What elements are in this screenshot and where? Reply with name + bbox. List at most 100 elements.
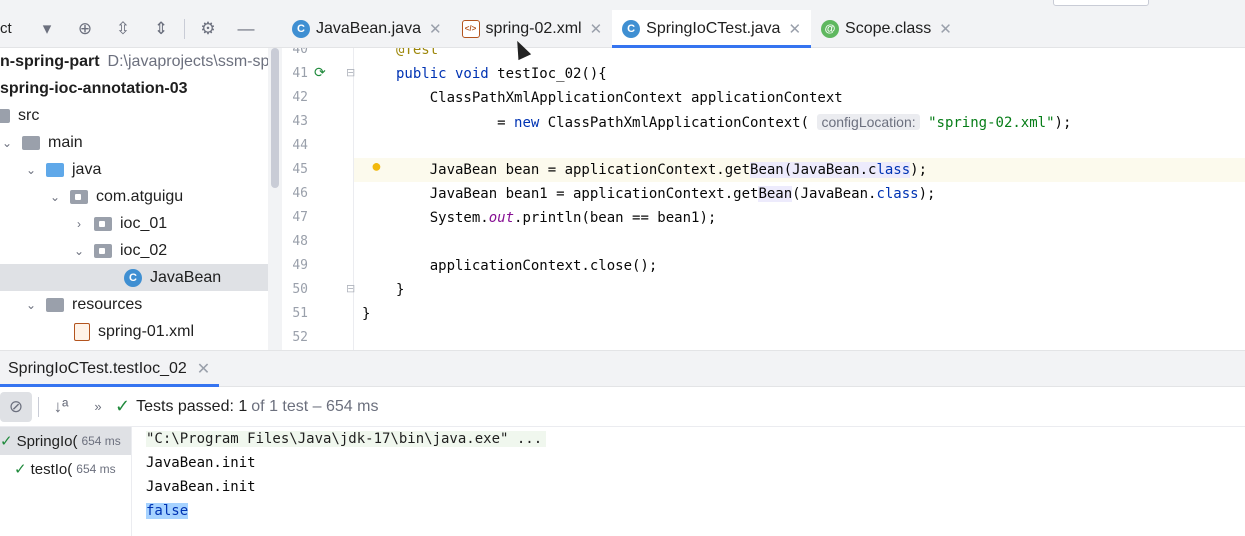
tree-item-javabean[interactable]: C JavaBean xyxy=(0,264,282,291)
search-everywhere-box[interactable] xyxy=(1053,0,1149,6)
line-number: 49 xyxy=(292,258,308,273)
minimize-icon[interactable]: — xyxy=(227,14,265,44)
line-number: 40 xyxy=(292,48,308,57)
tree-module[interactable]: spring-ioc-annotation-03 xyxy=(0,75,268,102)
resources-folder-icon xyxy=(46,297,64,312)
tab-spring-02-xml[interactable]: </> spring-02.xml ✕ xyxy=(452,10,613,47)
chevron-down-icon[interactable]: ⌄ xyxy=(0,136,14,150)
project-view-label[interactable]: ct xyxy=(0,20,28,37)
line-number: 44 xyxy=(292,138,308,153)
tree-item-spring-01-xml[interactable]: spring-01.xml xyxy=(0,318,268,345)
tab-label: JavaBean.java xyxy=(316,19,421,37)
console-output[interactable]: "C:\Program Files\Java\jdk-17\bin\java.e… xyxy=(132,427,1245,536)
fold-icon[interactable]: ⊟ xyxy=(346,282,355,295)
test-suite-row[interactable]: ✓ SpringIo( 654 ms xyxy=(0,427,131,455)
root-name: n-spring-part xyxy=(0,52,100,70)
test-status: ✓ Tests passed: 1 of 1 test – 654 ms xyxy=(115,396,378,417)
code-line-50: } xyxy=(396,282,405,298)
tree-item-java[interactable]: ⌄ java xyxy=(0,156,268,183)
run-tab-springioctest[interactable]: SpringIoCTest.testIoc_02 ✕ xyxy=(0,351,220,387)
chevron-down-icon[interactable]: ⌄ xyxy=(72,244,86,258)
tree-scrollbar[interactable] xyxy=(268,48,282,350)
root-path: D:\javaprojects\ssm-spri xyxy=(107,52,279,70)
line-number: 51 xyxy=(292,306,308,321)
test-case-row[interactable]: ✓ testIo( 654 ms xyxy=(0,455,131,483)
line-number: 48 xyxy=(292,234,308,249)
console-line: JavaBean.init xyxy=(146,455,256,471)
tree-label: com.atguigu xyxy=(96,187,184,205)
xml-file-icon: </> xyxy=(461,19,480,38)
tree-item-src[interactable]: src xyxy=(0,102,268,129)
code-line-40: @Test xyxy=(396,48,439,58)
java-class-icon: C xyxy=(622,19,641,38)
target-icon[interactable]: ⊕ xyxy=(66,14,104,44)
more-actions-icon[interactable]: » xyxy=(87,392,109,422)
check-icon: ✓ xyxy=(115,396,131,416)
code-line-49: applicationContext.close(); xyxy=(396,258,658,274)
chevron-down-icon[interactable]: ⌄ xyxy=(48,190,62,204)
line-number: 52 xyxy=(292,330,308,345)
chevron-right-icon[interactable]: › xyxy=(72,217,86,231)
tree-item-ioc-01[interactable]: › ioc_01 xyxy=(0,210,268,237)
check-icon: ✓ xyxy=(0,433,13,450)
close-icon[interactable]: ✕ xyxy=(197,359,210,379)
editor-tabs: C JavaBean.java ✕ </> spring-02.xml ✕ C … xyxy=(282,10,1245,48)
tree-label: ioc_01 xyxy=(120,214,168,232)
code-line-45: JavaBean bean = applicationContext.getBe… xyxy=(396,162,928,178)
status-label: Tests passed: xyxy=(136,397,234,415)
run-test-icon[interactable]: ⟳ xyxy=(314,64,326,81)
chevron-down-icon[interactable]: ⌄ xyxy=(24,163,38,177)
toolbar-divider xyxy=(38,396,39,417)
code-line-51: } xyxy=(362,306,371,322)
line-number: 41 xyxy=(292,66,308,81)
parameter-hint: configLocation: xyxy=(817,114,920,130)
tree-label: resources xyxy=(72,295,143,313)
code-line-47: System.out.println(bean == bean1); xyxy=(396,210,717,226)
xml-file-icon xyxy=(74,322,90,341)
tree-item-com-atguigu[interactable]: ⌄ com.atguigu xyxy=(0,183,268,210)
collapse-all-icon[interactable]: ⇕ xyxy=(142,14,180,44)
close-icon[interactable]: ✕ xyxy=(788,20,801,38)
tree-item-resources[interactable]: ⌄ resources xyxy=(0,291,268,318)
stop-icon[interactable]: ⊘ xyxy=(0,391,32,422)
console-line-command: "C:\Program Files\Java\jdk-17\bin\java.e… xyxy=(146,431,547,447)
tree-root[interactable]: n-spring-part D:\javaprojects\ssm-spri xyxy=(0,48,278,75)
sort-alphabetically-icon[interactable]: ↓ª xyxy=(45,392,77,422)
line-number: 47 xyxy=(292,210,308,225)
tree-item-ioc-02[interactable]: ⌄ ioc_02 xyxy=(0,237,268,264)
gear-icon[interactable]: ⚙ xyxy=(189,14,227,44)
line-number: 43 xyxy=(292,114,308,129)
check-icon: ✓ xyxy=(14,461,27,478)
scrollbar-thumb[interactable] xyxy=(271,48,279,188)
code-editor[interactable]: 40 41 42 43 44 45 46 47 48 49 50 51 52 ⟳… xyxy=(282,48,1245,350)
tab-label: Scope.class xyxy=(845,19,932,37)
code-line-41: public void testIoc_02(){ xyxy=(396,66,607,82)
close-icon[interactable]: ✕ xyxy=(429,20,442,38)
lightbulb-icon[interactable]: ● xyxy=(371,156,382,177)
console-line-selected: false xyxy=(146,503,189,519)
expand-all-icon[interactable]: ⇳ xyxy=(104,14,142,44)
tab-javabean-java[interactable]: C JavaBean.java ✕ xyxy=(282,10,452,47)
close-icon[interactable]: ✕ xyxy=(590,20,603,38)
run-tool-window-tabs: SpringIoCTest.testIoc_02 ✕ xyxy=(0,350,1245,387)
line-number: 42 xyxy=(292,90,308,105)
tree-label: src xyxy=(18,106,40,124)
tab-scope-class[interactable]: @ Scope.class ✕ xyxy=(811,10,962,47)
toolbar-divider xyxy=(184,18,185,39)
editor-gutter: 40 41 42 43 44 45 46 47 48 49 50 51 52 ⟳… xyxy=(282,48,382,350)
source-folder-icon xyxy=(46,162,64,177)
project-tree: n-spring-part D:\javaprojects\ssm-spri s… xyxy=(0,48,282,350)
chevron-down-icon[interactable]: ▾ xyxy=(28,14,66,44)
tree-item-main[interactable]: ⌄ main xyxy=(0,129,268,156)
fold-icon[interactable]: ⊟ xyxy=(346,66,355,79)
status-count: 1 xyxy=(238,397,248,415)
annotation-icon: @ xyxy=(821,19,840,38)
close-icon[interactable]: ✕ xyxy=(939,20,952,38)
tree-label: spring-01.xml xyxy=(98,322,195,340)
tree-label: ioc_02 xyxy=(120,241,168,259)
tab-springioctest-java[interactable]: C SpringIoCTest.java ✕ xyxy=(612,10,812,48)
tab-label: SpringIoCTest.java xyxy=(646,19,781,37)
code-line-46: JavaBean bean1 = applicationContext.getB… xyxy=(396,186,936,202)
chevron-down-icon[interactable]: ⌄ xyxy=(24,298,38,312)
test-case-label: testIo( xyxy=(30,460,73,478)
